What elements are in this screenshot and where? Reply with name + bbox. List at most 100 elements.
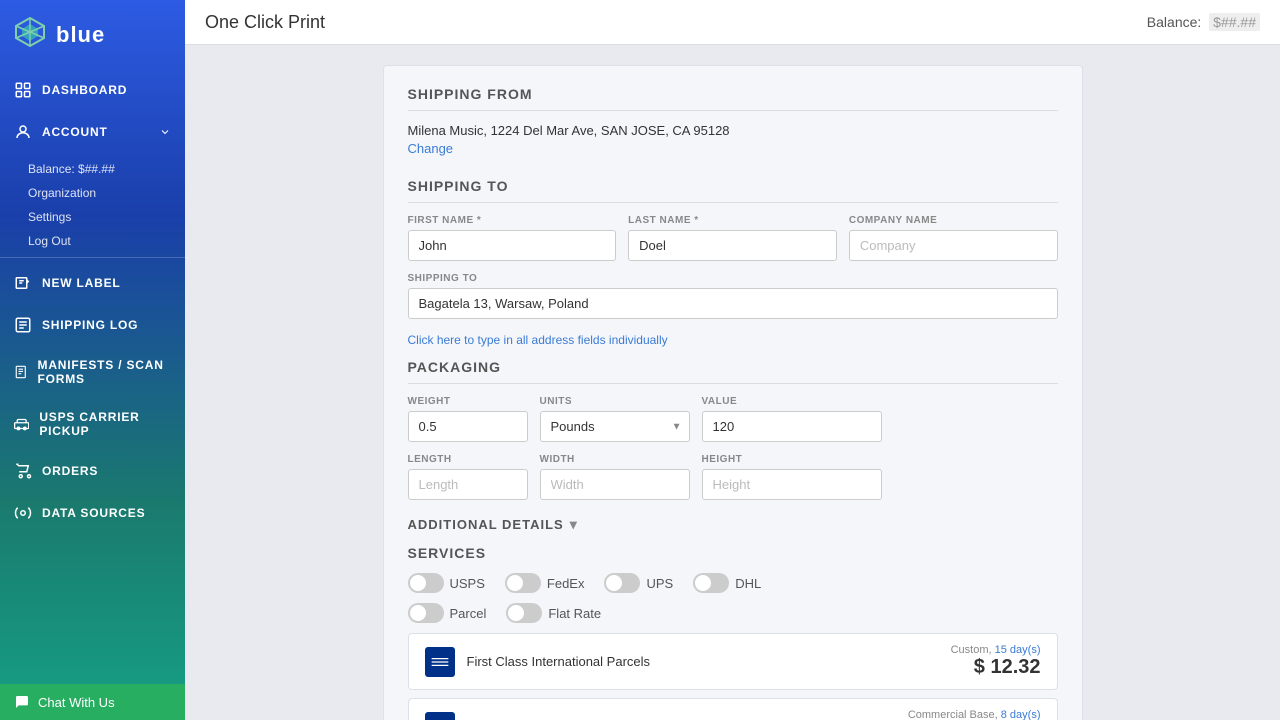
result-name-0: First Class International Parcels <box>467 654 939 669</box>
balance-display: Balance: $##.## <box>1147 14 1260 30</box>
result-sub-1: Commercial Base, 8 day(s) <box>908 709 1041 720</box>
fedex-label: FedEx <box>547 576 585 591</box>
company-name-input[interactable] <box>849 230 1058 261</box>
sidebar-item-orders[interactable]: ORDERS <box>0 450 185 492</box>
form-card: SHIPPING FROM Milena Music, 1224 Del Mar… <box>383 65 1083 720</box>
account-submenu: Balance: $##.## Organization Settings Lo… <box>0 157 185 253</box>
sidebar-sub-balance: Balance: $##.## <box>28 157 185 181</box>
flat-rate-label: Flat Rate <box>548 606 601 621</box>
click-address-link[interactable]: Click here to type in all address fields… <box>408 333 668 347</box>
sidebar-item-usps-pickup[interactable]: USPS CARRIER PICKUP <box>0 398 185 450</box>
result-price-block-1: Commercial Base, 8 day(s) $ 35.60 <box>908 709 1041 720</box>
usps-icon-1 <box>425 712 455 720</box>
result-price-block-0: Custom, 15 day(s) $ 12.32 <box>951 644 1041 679</box>
sidebar-item-data-sources[interactable]: DATA SOURCES <box>0 492 185 534</box>
result-item-1[interactable]: Priority Mail International Flat Rate En… <box>408 698 1058 720</box>
length-label: LENGTH <box>408 454 528 465</box>
sidebar-item-new-label[interactable]: NEW LABEL <box>0 262 185 304</box>
result-price-0: $ 12.32 <box>951 656 1041 679</box>
service-flat-rate: Flat Rate <box>506 603 601 623</box>
result-sub-0: Custom, 15 day(s) <box>951 644 1041 656</box>
width-input[interactable] <box>540 469 690 500</box>
sidebar-header: blue <box>0 0 185 69</box>
parcel-toggle[interactable] <box>408 603 444 623</box>
units-label: UNITS <box>540 396 690 407</box>
ups-toggle[interactable] <box>604 573 640 593</box>
first-name-group: FIRST NAME * <box>408 215 617 261</box>
balance-label: Balance: <box>1147 14 1201 30</box>
service-usps: USPS <box>408 573 485 593</box>
sidebar-item-label: USPS CARRIER PICKUP <box>39 410 171 438</box>
height-input[interactable] <box>702 469 882 500</box>
value-group: VALUE <box>702 396 882 442</box>
sidebar-sub-settings[interactable]: Settings <box>28 205 185 229</box>
packaging-row-1: WEIGHT UNITS Pounds Ounces Kilograms Gra… <box>408 396 1058 442</box>
weight-label: WEIGHT <box>408 396 528 407</box>
topbar: One Click Print Balance: $##.## <box>185 0 1280 45</box>
sidebar-item-account[interactable]: ACCOUNT <box>0 111 185 153</box>
sidebar-item-label: DASHBOARD <box>42 83 127 97</box>
brand-logo <box>12 14 48 55</box>
nav-divider <box>0 257 185 258</box>
result-days-0[interactable]: 15 day(s) <box>995 644 1041 656</box>
shipping-to-input[interactable] <box>408 288 1058 319</box>
last-name-input[interactable] <box>628 230 837 261</box>
ups-label: UPS <box>646 576 673 591</box>
value-input[interactable] <box>702 411 882 442</box>
parcel-label: Parcel <box>450 606 487 621</box>
last-name-group: LAST NAME * <box>628 215 837 261</box>
service-parcel: Parcel <box>408 603 487 623</box>
dhl-label: DHL <box>735 576 761 591</box>
sidebar-item-label: NEW LABEL <box>42 276 121 290</box>
sidebar-item-shipping-log[interactable]: SHIPPING LOG <box>0 304 185 346</box>
sidebar-sub-organization[interactable]: Organization <box>28 181 185 205</box>
shipping-to-label: SHIPPING TO <box>408 273 1058 284</box>
shipping-from-address: Milena Music, 1224 Del Mar Ave, SAN JOSE… <box>408 123 1058 138</box>
usps-label: USPS <box>450 576 485 591</box>
height-group: HEIGHT <box>702 454 882 500</box>
length-input[interactable] <box>408 469 528 500</box>
company-name-label: COMPANY NAME <box>849 215 1058 226</box>
width-label: WIDTH <box>540 454 690 465</box>
additional-details-label: ADDITIONAL DETAILS <box>408 517 564 532</box>
change-address-link[interactable]: Change <box>408 141 454 156</box>
main-content: SHIPPING FROM Milena Music, 1224 Del Mar… <box>185 45 1280 720</box>
services-row-1: USPS FedEx UPS DHL <box>408 573 1058 593</box>
last-name-label: LAST NAME * <box>628 215 837 226</box>
dhl-toggle[interactable] <box>693 573 729 593</box>
result-item-0[interactable]: First Class International Parcels Custom… <box>408 633 1058 690</box>
shipping-to-group: SHIPPING TO <box>408 273 1058 319</box>
sidebar-sub-logout[interactable]: Log Out <box>28 229 185 253</box>
sidebar-nav: DASHBOARD ACCOUNT Balance: $##.## Organi… <box>0 69 185 684</box>
width-group: WIDTH <box>540 454 690 500</box>
sidebar-item-label: DATA SOURCES <box>42 506 145 520</box>
first-name-label: FIRST NAME * <box>408 215 617 226</box>
brand-name: blue <box>56 22 105 48</box>
sidebar-item-label: ORDERS <box>42 464 98 478</box>
sidebar-item-manifests[interactable]: MANIFESTS / SCAN FORMS <box>0 346 185 398</box>
sidebar-item-label: ACCOUNT <box>42 125 108 139</box>
sidebar-item-dashboard[interactable]: DASHBOARD <box>0 69 185 111</box>
usps-toggle[interactable] <box>408 573 444 593</box>
first-name-input[interactable] <box>408 230 617 261</box>
chevron-down-icon: ▾ <box>570 516 578 533</box>
shipping-to-title: SHIPPING TO <box>408 178 1058 203</box>
sidebar-item-label: SHIPPING LOG <box>42 318 138 332</box>
services-title: SERVICES <box>408 545 1058 561</box>
service-ups: UPS <box>604 573 673 593</box>
length-group: LENGTH <box>408 454 528 500</box>
flat-rate-toggle[interactable] <box>506 603 542 623</box>
services-row-2: Parcel Flat Rate <box>408 603 1058 623</box>
units-select[interactable]: Pounds Ounces Kilograms Grams <box>540 411 690 442</box>
shipping-from-title: SHIPPING FROM <box>408 86 1058 111</box>
units-group: UNITS Pounds Ounces Kilograms Grams <box>540 396 690 442</box>
additional-details-toggle[interactable]: ADDITIONAL DETAILS ▾ <box>408 516 1058 533</box>
company-name-group: COMPANY NAME <box>849 215 1058 261</box>
weight-input[interactable] <box>408 411 528 442</box>
chat-button[interactable]: Chat With Us <box>0 684 185 720</box>
value-label: VALUE <box>702 396 882 407</box>
sidebar-item-label: MANIFESTS / SCAN FORMS <box>38 358 171 386</box>
page-title: One Click Print <box>205 12 1147 33</box>
fedex-toggle[interactable] <box>505 573 541 593</box>
result-days-1[interactable]: 8 day(s) <box>1001 709 1041 720</box>
